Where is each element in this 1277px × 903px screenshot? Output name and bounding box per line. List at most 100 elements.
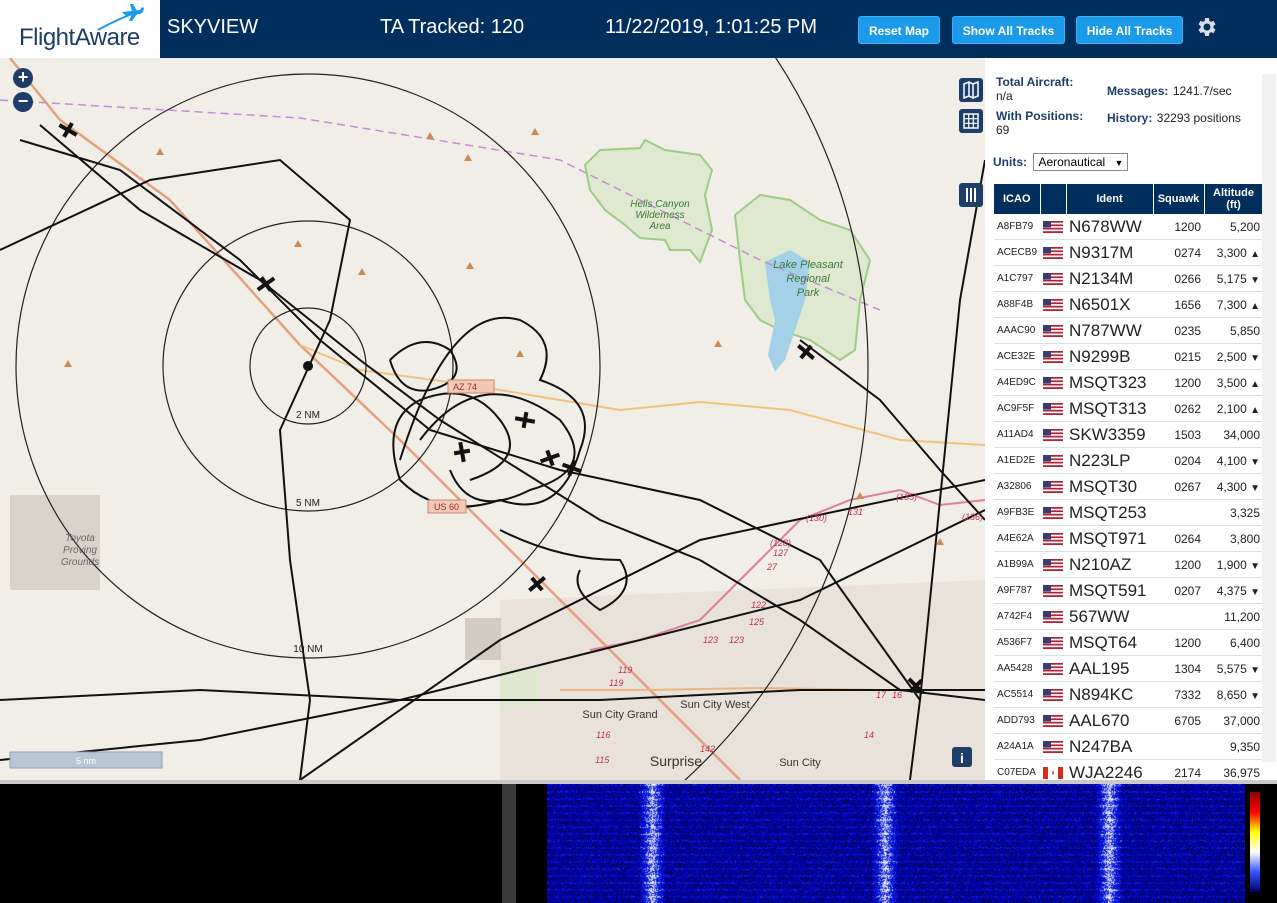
- map-canvas[interactable]: 2 NM 5 NM 10 NM Hells Canyon Wilderness …: [0, 58, 985, 780]
- table-row[interactable]: AC5514 N894KC 7332 8,650 ▼: [994, 681, 1264, 708]
- trend-icon: ▼: [1250, 482, 1261, 494]
- table-row[interactable]: ADD793 AAL670 6705 37,000: [994, 707, 1264, 734]
- us-flag-icon: [1043, 741, 1064, 754]
- table-row[interactable]: AA5428 AAL195 1304 5,575 ▼: [994, 655, 1264, 682]
- table-row[interactable]: A8FB79 N678WW 1200 5,200: [994, 214, 1264, 240]
- cell-flag: [1040, 447, 1067, 474]
- table-row[interactable]: A4ED9C MSQT323 1200 3,500 ▲: [994, 369, 1264, 396]
- trend-icon: ▲: [1250, 404, 1261, 416]
- cell-ident: MSQT313: [1066, 395, 1154, 422]
- zoom-out-icon[interactable]: −: [13, 92, 33, 112]
- reset-map-button[interactable]: Reset Map: [858, 16, 940, 44]
- aircraft-icon: [58, 122, 78, 138]
- zoom-in-icon[interactable]: +: [13, 68, 33, 88]
- us-flag-icon: [1043, 559, 1064, 572]
- table-row[interactable]: A4E62A MSQT971 0264 3,800: [994, 525, 1264, 552]
- map-view[interactable]: 2 NM 5 NM 10 NM Hells Canyon Wilderness …: [0, 58, 985, 780]
- cell-icao: A9FB3E: [994, 499, 1041, 526]
- cell-flag: [1040, 499, 1067, 526]
- us-flag-icon: [1043, 481, 1064, 494]
- hide-all-tracks-button[interactable]: Hide All Tracks: [1076, 16, 1183, 44]
- grid-icon[interactable]: [959, 109, 983, 133]
- info-icon[interactable]: i: [960, 750, 964, 766]
- cell-altitude: 37,000: [1204, 707, 1264, 734]
- cell-icao: A742F4: [994, 603, 1041, 630]
- stat-value: 69: [996, 123, 1010, 137]
- panel-scrollbar[interactable]: [1262, 74, 1276, 762]
- cell-altitude: 3,325: [1204, 499, 1264, 526]
- gear-icon[interactable]: [1194, 15, 1218, 39]
- altitude-value: 5,200: [1229, 219, 1261, 234]
- table-row[interactable]: A1ED2E N223LP 0204 4,100 ▼: [994, 447, 1264, 474]
- cell-altitude: 4,300 ▼: [1204, 473, 1264, 500]
- cell-ident: MSQT64: [1066, 629, 1154, 656]
- flightaware-logo[interactable]: FlightAware: [0, 0, 160, 58]
- col-squawk[interactable]: Squawk: [1153, 184, 1205, 214]
- table-row[interactable]: AAAC90 N787WW 0235 5,850: [994, 317, 1264, 344]
- aircraft-icon: [528, 576, 546, 592]
- cell-icao: A4ED9C: [994, 369, 1041, 396]
- us-flag-icon: [1043, 507, 1064, 520]
- cell-altitude: 2,100 ▲: [1204, 395, 1264, 422]
- units-row: Units: Aeronautical ▼: [993, 153, 1129, 171]
- cell-altitude: 5,200: [1204, 214, 1264, 240]
- cell-altitude: 3,800: [1204, 525, 1264, 552]
- cell-flag: [1040, 629, 1067, 656]
- units-select[interactable]: Aeronautical ▼: [1033, 153, 1129, 171]
- altitude-value: 2,100: [1216, 401, 1247, 416]
- table-row[interactable]: ACE32E N9299B 0215 2,500 ▼: [994, 343, 1264, 370]
- cell-icao: A536F7: [994, 629, 1041, 656]
- table-row[interactable]: A88F4B N6501X 1656 7,300 ▲: [994, 291, 1264, 318]
- altitude-value: 9,350: [1229, 739, 1261, 754]
- table-row[interactable]: A9F787 MSQT591 0207 4,375 ▼: [994, 577, 1264, 604]
- table-row[interactable]: A9FB3E MSQT253 3,325: [994, 499, 1264, 526]
- cell-icao: A32806: [994, 473, 1041, 500]
- cell-flag: [1040, 655, 1067, 682]
- us-flag-icon: [1043, 403, 1064, 416]
- place-toyota-3: Grounds: [61, 557, 99, 568]
- place-sun-city-west: Sun City West: [680, 699, 750, 711]
- cell-icao: AA5428: [994, 655, 1041, 682]
- road-label-us60: US 60: [434, 502, 459, 512]
- cell-flag: [1040, 395, 1067, 422]
- place-surprise: Surprise: [650, 753, 702, 769]
- cell-altitude: 1,900 ▼: [1204, 551, 1264, 578]
- cell-squawk: 0262: [1153, 395, 1205, 422]
- trend-icon: ▲: [1250, 378, 1261, 390]
- altitude-value: 4,100: [1216, 453, 1247, 468]
- col-altitude[interactable]: Altitude (ft): [1204, 184, 1264, 214]
- map-layers-icon[interactable]: [959, 78, 983, 102]
- col-icao[interactable]: ICAO: [994, 184, 1041, 214]
- altitude-value: 3,800: [1229, 531, 1261, 546]
- table-row[interactable]: A1C797 N2134M 0266 5,175 ▼: [994, 265, 1264, 292]
- table-row[interactable]: A11AD4 SKW3359 1503 34,000: [994, 421, 1264, 448]
- place-toyota-2: Proving: [63, 545, 97, 556]
- cell-flag: [1040, 317, 1067, 344]
- col-ident[interactable]: Ident: [1066, 184, 1154, 214]
- table-row[interactable]: A536F7 MSQT64 1200 6,400: [994, 629, 1264, 656]
- cell-icao: AC9F5F: [994, 395, 1041, 422]
- table-row[interactable]: AC9F5F MSQT313 0262 2,100 ▲: [994, 395, 1264, 422]
- table-row[interactable]: ACECB9 N9317M 0274 3,300 ▲: [994, 239, 1264, 266]
- cell-squawk: 1200: [1153, 214, 1205, 240]
- us-flag-icon: [1043, 715, 1064, 728]
- cell-squawk: 1200: [1153, 629, 1205, 656]
- col-flag[interactable]: [1040, 184, 1067, 214]
- cell-flag: [1040, 421, 1067, 448]
- table-row[interactable]: A32806 MSQT30 0267 4,300 ▼: [994, 473, 1264, 500]
- cell-squawk: 0235: [1153, 317, 1205, 344]
- stat-value: 32293 positions: [1156, 111, 1241, 125]
- altitude-value: 3,325: [1229, 505, 1261, 520]
- table-row[interactable]: A742F4 567WW 11,200: [994, 603, 1264, 630]
- table-row[interactable]: A1B99A N210AZ 1200 1,900 ▼: [994, 551, 1264, 578]
- trend-icon: ▼: [1250, 586, 1261, 598]
- us-flag-icon: [1043, 377, 1064, 390]
- aircraft-table: ICAO Ident Squawk Altitude (ft) A8FB79 N6…: [994, 184, 1264, 786]
- altitude-value: 8,650: [1216, 687, 1247, 702]
- range-label-2nm: 2 NM: [296, 410, 320, 421]
- road-az74: [299, 344, 985, 446]
- table-row[interactable]: A24A1A N247BA 9,350: [994, 733, 1264, 760]
- cell-squawk: 0266: [1153, 265, 1205, 292]
- show-all-tracks-button[interactable]: Show All Tracks: [952, 16, 1065, 44]
- columns-icon[interactable]: [959, 183, 983, 207]
